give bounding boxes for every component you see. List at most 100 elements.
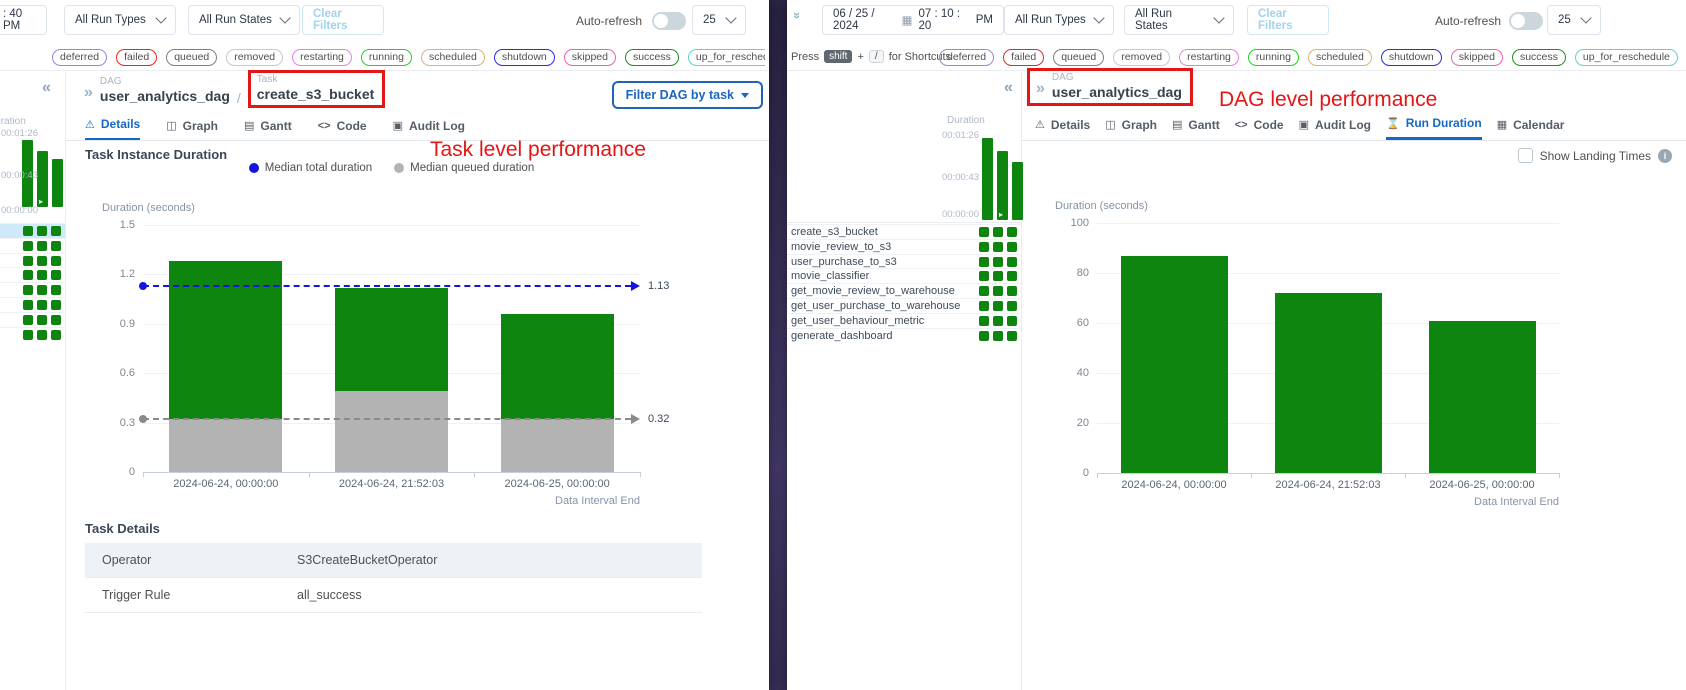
status-badge-queued[interactable]: queued [1053, 49, 1104, 66]
tab-details[interactable]: ⚠Details [1035, 116, 1090, 140]
run-states-select[interactable]: All Run States [1124, 5, 1234, 35]
task-instance-square[interactable] [23, 285, 33, 295]
status-badge-scheduled[interactable]: scheduled [1308, 49, 1372, 66]
status-badge-success[interactable]: success [1512, 49, 1566, 66]
status-badge-failed[interactable]: failed [1003, 49, 1044, 66]
task-row-movie-review-to-s3[interactable]: movie_review_to_s3 [0, 238, 65, 253]
task-instance-square[interactable] [37, 226, 47, 236]
task-instance-square[interactable] [993, 271, 1003, 281]
tab-code[interactable]: <>Code [318, 117, 367, 141]
datetime-field[interactable]: 06 / 25 / 2024 ▦ 07 : 10 : 20 PM [822, 5, 1004, 35]
breadcrumb-dag[interactable]: DAG user_analytics_dag [100, 76, 230, 104]
task-instance-square[interactable] [993, 227, 1003, 237]
mini-duration-bar[interactable] [1012, 162, 1023, 220]
status-badge-up-for-reschedule[interactable]: up_for_reschedule [1575, 49, 1678, 66]
task-instance-square[interactable] [1007, 257, 1017, 267]
filter-dag-by-task-button[interactable]: Filter DAG by task [612, 81, 763, 109]
task-instance-square[interactable] [979, 257, 989, 267]
task-row-get-movie-review-to-warehouse[interactable]: get_movie_review_to_warehouse [787, 283, 1021, 298]
task-row-create-s3-bucket[interactable]: create_s3_bucket [787, 224, 1021, 239]
total-duration-bar[interactable] [501, 314, 614, 419]
tab-details[interactable]: ⚠Details [85, 117, 140, 141]
task-instance-square[interactable] [37, 285, 47, 295]
status-badge-restarting[interactable]: restarting [292, 49, 352, 66]
task-instance-square[interactable] [37, 256, 47, 266]
task-instance-square[interactable] [993, 242, 1003, 252]
status-badge-scheduled[interactable]: scheduled [421, 49, 485, 66]
collapse-up-icon[interactable]: » [790, 12, 805, 19]
run-types-select[interactable]: All Run Types [64, 5, 176, 35]
status-badge-shutdown[interactable]: shutdown [494, 49, 555, 66]
status-badge-removed[interactable]: removed [1113, 49, 1170, 66]
task-instance-square[interactable] [1007, 301, 1017, 311]
task-row-create-s3-bucket[interactable]: create_s3_bucket [0, 223, 65, 238]
task-instance-square[interactable] [37, 300, 47, 310]
breadcrumb-task[interactable]: Task create_s3_bucket [257, 74, 375, 102]
status-badge-queued[interactable]: queued [166, 49, 217, 66]
status-badge-success[interactable]: success [625, 49, 679, 66]
task-instance-square[interactable] [993, 257, 1003, 267]
tab-code[interactable]: <>Code [1235, 116, 1284, 140]
queued-duration-bar[interactable] [169, 419, 282, 472]
show-landing-times-checkbox[interactable] [1518, 148, 1533, 163]
collapse-grid-icon[interactable]: « [42, 81, 51, 95]
status-badge-restarting[interactable]: restarting [1179, 49, 1239, 66]
task-instance-square[interactable] [23, 300, 33, 310]
collapse-grid-icon[interactable]: « [1004, 81, 1013, 95]
task-instance-square[interactable] [979, 286, 989, 296]
tab-graph[interactable]: ◫Graph [1105, 116, 1157, 140]
task-row-generate-dashboard[interactable]: generate_dashboard [787, 328, 1021, 343]
total-duration-bar[interactable] [169, 261, 282, 419]
task-instance-square[interactable] [993, 331, 1003, 341]
auto-refresh-toggle[interactable] [1509, 12, 1543, 30]
status-badge-running[interactable]: running [1248, 49, 1299, 66]
task-instance-square[interactable] [1007, 286, 1017, 296]
expand-panel-icon[interactable]: » [84, 84, 93, 102]
status-badge-up-for-reschedule[interactable]: up_for_reschedule [688, 49, 765, 66]
page-size-select[interactable]: 25 [1547, 5, 1601, 35]
task-instance-square[interactable] [1007, 242, 1017, 252]
tab-audit-log[interactable]: ▣Audit Log [1299, 116, 1371, 140]
tab-graph[interactable]: ◫Graph [166, 117, 218, 141]
run-states-select[interactable]: All Run States [188, 5, 300, 35]
task-instance-square[interactable] [979, 331, 989, 341]
task-instance-square[interactable] [23, 241, 33, 251]
status-badge-failed[interactable]: failed [116, 49, 157, 66]
page-size-select[interactable]: 25 [692, 5, 746, 35]
mini-duration-bar[interactable]: ▸ [997, 151, 1008, 220]
task-instance-square[interactable] [1007, 227, 1017, 237]
task-row-movie-review-to-s3[interactable]: movie_review_to_s3 [787, 239, 1021, 254]
run-duration-bar[interactable] [1275, 293, 1382, 473]
queued-duration-bar[interactable] [501, 419, 614, 472]
task-row-get-movie-review-to-warehouse[interactable]: get_movie_review_to_warehouse [0, 282, 65, 297]
total-duration-bar[interactable] [335, 288, 448, 392]
status-badge-deferred[interactable]: deferred [52, 49, 107, 66]
task-instance-square[interactable] [1007, 271, 1017, 281]
task-row-get-user-purchase-to-warehouse[interactable]: get_user_purchase_to_warehouse [787, 298, 1021, 313]
task-instance-square[interactable] [51, 300, 61, 310]
task-instance-square[interactable] [979, 301, 989, 311]
task-instance-square[interactable] [993, 301, 1003, 311]
task-instance-square[interactable] [979, 242, 989, 252]
task-row-get-user-purchase-to-warehouse[interactable]: get_user_purchase_to_warehouse [0, 297, 65, 312]
breadcrumb-dag[interactable]: DAG user_analytics_dag [1052, 72, 1182, 100]
task-instance-square[interactable] [993, 286, 1003, 296]
status-badge-shutdown[interactable]: shutdown [1381, 49, 1442, 66]
task-instance-square[interactable] [979, 227, 989, 237]
task-row-movie-classifier[interactable]: movie_classifier [787, 268, 1021, 283]
task-instance-square[interactable] [23, 270, 33, 280]
task-instance-square[interactable] [993, 316, 1003, 326]
task-instance-square[interactable] [51, 285, 61, 295]
execution-time-field[interactable]: : 40 PM [0, 5, 47, 35]
task-instance-square[interactable] [23, 256, 33, 266]
queued-duration-bar[interactable] [335, 391, 448, 472]
tab-run-duration[interactable]: ⌛Run Duration [1386, 116, 1482, 140]
task-row-user-purchase-to-s3[interactable]: user_purchase_to_s3 [787, 254, 1021, 269]
task-row-movie-classifier[interactable]: movie_classifier [0, 267, 65, 282]
task-instance-square[interactable] [23, 330, 33, 340]
task-row-generate-dashboard[interactable]: generate_dashboard [0, 327, 65, 342]
tab-gantt[interactable]: ▤Gantt [244, 117, 292, 141]
task-instance-square[interactable] [51, 330, 61, 340]
task-row-get-user-behaviour-metric[interactable]: get_user_behaviour_metric [787, 313, 1021, 328]
task-instance-square[interactable] [1007, 316, 1017, 326]
